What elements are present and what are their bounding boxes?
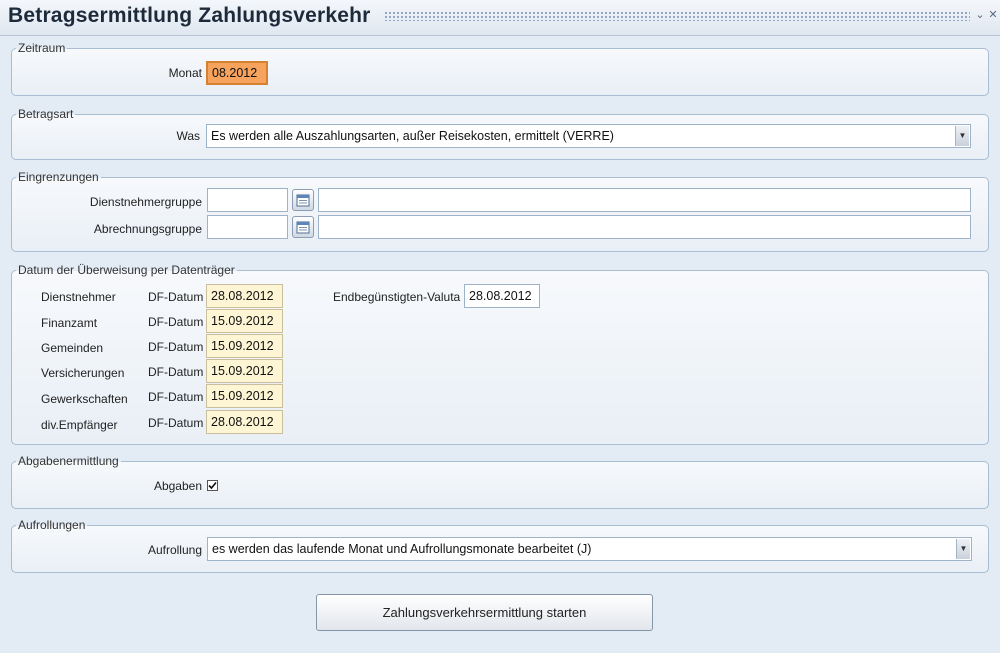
abgaben-checkbox[interactable]: [207, 480, 218, 491]
datum-row-label: Gemeinden: [41, 341, 104, 355]
df-datum-label: DF-Datum: [148, 290, 204, 304]
aufrollungen-legend: Aufrollungen: [18, 518, 86, 532]
checkmark-icon: [208, 481, 217, 490]
df-datum-label: DF-Datum: [148, 315, 204, 329]
datum-row-label: div.Empfänger: [41, 418, 118, 432]
abgaben-legend: Abgabenermittlung: [18, 454, 119, 468]
dienstnehmergruppe-lookup-button[interactable]: [292, 189, 314, 211]
minimize-button[interactable]: ⌄: [974, 8, 986, 22]
aufrollung-select-value: es werden das laufende Monat und Aufroll…: [212, 542, 592, 556]
dienstnehmergruppe-label: Dienstnehmergruppe: [89, 195, 202, 209]
window-title: Betragsermittlung Zahlungsverkehr: [8, 4, 371, 27]
df-datum-input[interactable]: 15.09.2012: [206, 384, 283, 408]
close-button[interactable]: ✕: [987, 8, 999, 22]
datum-row-label: Gewerkschaften: [41, 392, 128, 406]
dienstnehmergruppe-code-input[interactable]: [207, 188, 288, 212]
abrechnungsgruppe-lookup-button[interactable]: [292, 216, 314, 238]
valuta-input[interactable]: 28.08.2012: [464, 284, 540, 308]
calendar-icon: [296, 221, 310, 234]
dienstnehmergruppe-text-input[interactable]: [318, 188, 971, 212]
df-datum-label: DF-Datum: [148, 416, 204, 430]
datum-row-label: Dienstnehmer: [41, 290, 116, 304]
dropdown-arrow-icon[interactable]: ▼: [955, 126, 969, 146]
was-label: Was: [176, 129, 200, 143]
df-datum-input[interactable]: 28.08.2012: [206, 284, 283, 308]
aufrollung-label: Aufrollung: [147, 543, 202, 557]
betragsart-legend: Betragsart: [18, 107, 74, 121]
was-select-value: Es werden alle Auszahlungsarten, außer R…: [211, 129, 614, 143]
aufrollung-select[interactable]: es werden das laufende Monat und Aufroll…: [207, 537, 972, 561]
abgaben-label: Abgaben: [153, 479, 202, 493]
was-select[interactable]: Es werden alle Auszahlungsarten, außer R…: [206, 124, 971, 148]
datum-row-label: Finanzamt: [41, 316, 98, 330]
eingrenzungen-legend: Eingrenzungen: [18, 170, 99, 184]
monat-label: Monat: [168, 66, 202, 80]
df-datum-input[interactable]: 15.09.2012: [206, 334, 283, 358]
datum-row-label: Versicherungen: [41, 366, 125, 380]
datum-legend: Datum der Überweisung per Datenträger: [18, 263, 235, 277]
df-datum-label: DF-Datum: [148, 365, 204, 379]
abrechnungsgruppe-text-input[interactable]: [318, 215, 971, 239]
abrechnungsgruppe-label: Abrechnungsgruppe: [93, 222, 202, 236]
zeitraum-legend: Zeitraum: [18, 41, 66, 55]
valuta-label: Endbegünstigten-Valuta: [333, 290, 461, 304]
df-datum-input[interactable]: 15.09.2012: [206, 359, 283, 383]
df-datum-label: DF-Datum: [148, 390, 204, 404]
title-bar-grip[interactable]: [384, 11, 970, 21]
df-datum-label: DF-Datum: [148, 340, 204, 354]
df-datum-input[interactable]: 15.09.2012: [206, 309, 283, 333]
start-button[interactable]: Zahlungsverkehrsermittlung starten: [316, 594, 653, 631]
calendar-icon: [296, 194, 310, 207]
dropdown-arrow-icon[interactable]: ▼: [956, 539, 970, 559]
abrechnungsgruppe-code-input[interactable]: [207, 215, 288, 239]
df-datum-input[interactable]: 28.08.2012: [206, 410, 283, 434]
title-bar: Betragsermittlung Zahlungsverkehr ⌄ ✕: [0, 0, 1000, 36]
monat-input[interactable]: 08.2012: [206, 61, 268, 85]
